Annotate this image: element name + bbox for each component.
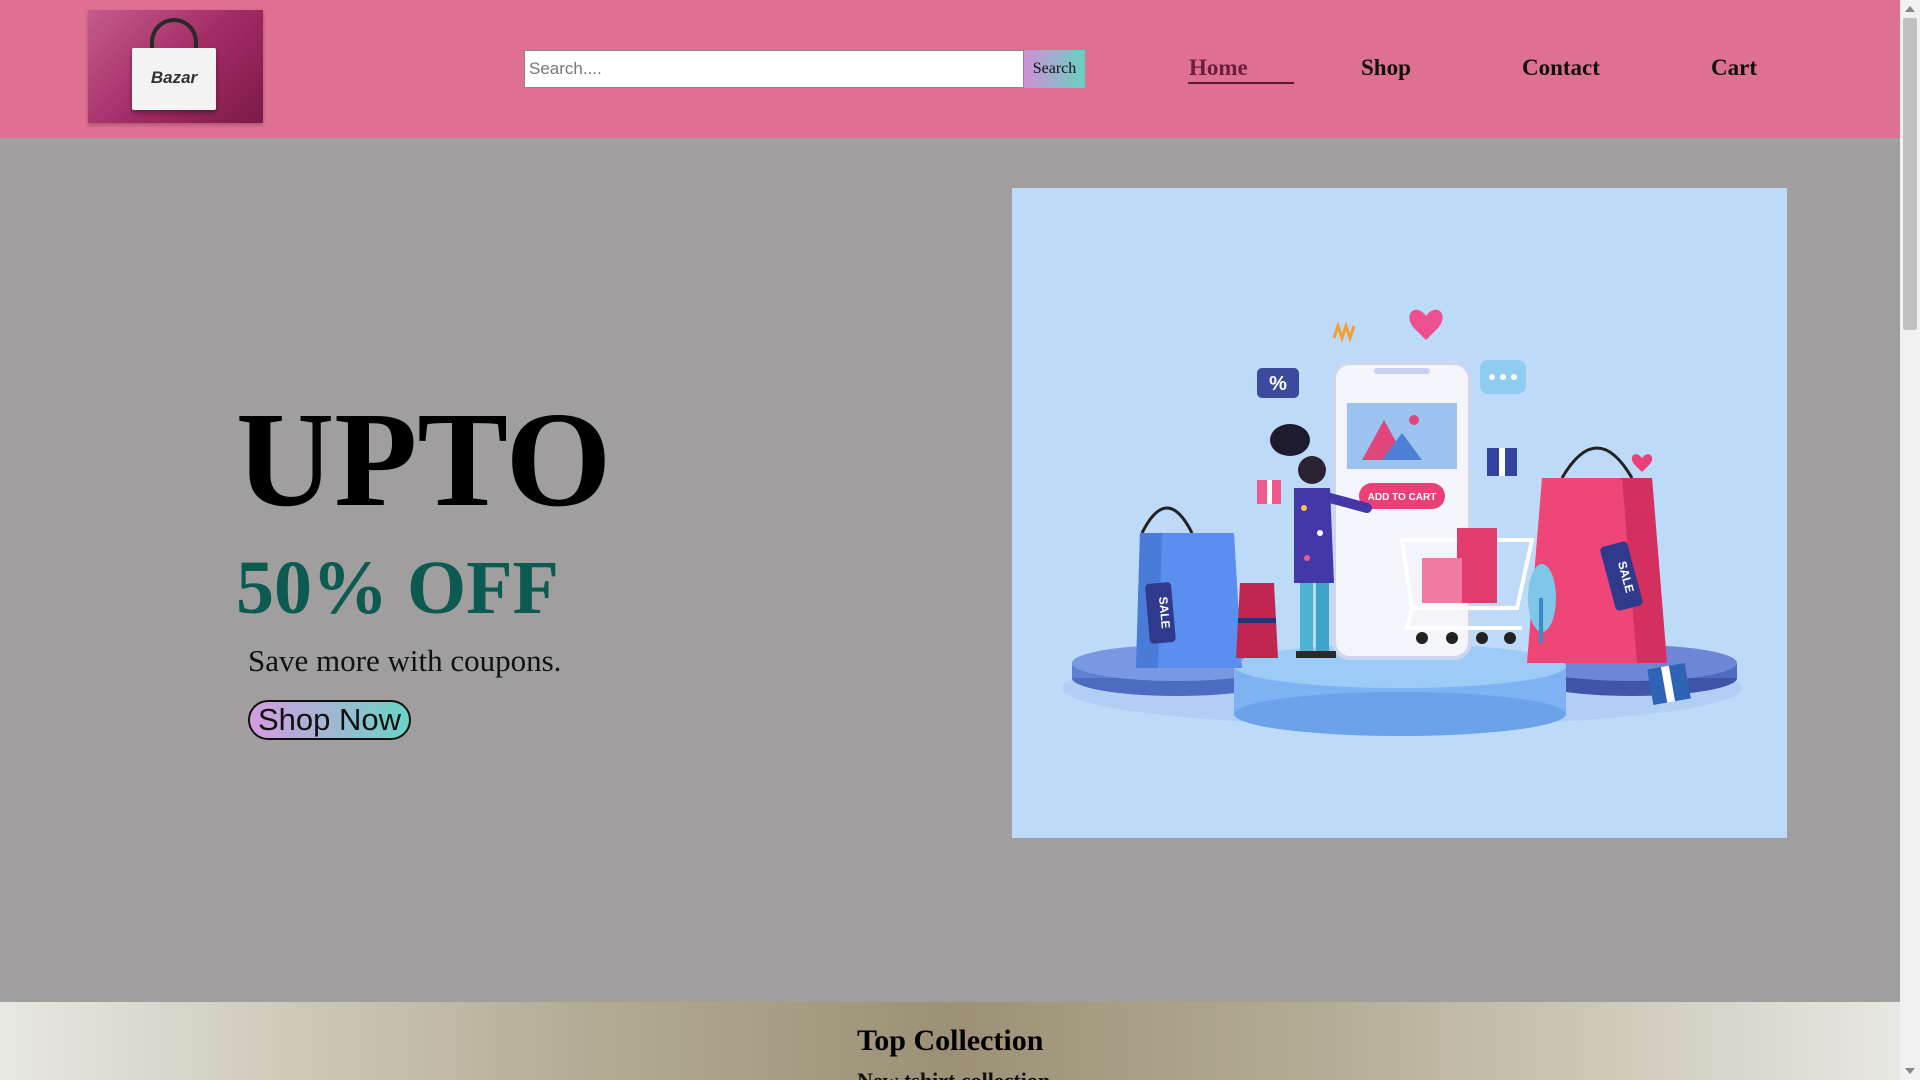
- section-subtitle: New tshirt collection: [857, 1068, 1050, 1080]
- scrollbar-thumb[interactable]: [1903, 18, 1917, 330]
- search-input[interactable]: [524, 50, 1024, 88]
- search-button[interactable]: Search: [1024, 50, 1085, 88]
- hero-tagline: Save more with coupons.: [248, 643, 562, 678]
- nav-contact-link[interactable]: Contact: [1522, 55, 1600, 81]
- shop-now-button[interactable]: Shop Now: [248, 700, 411, 740]
- section-title: Top Collection: [857, 1024, 1044, 1057]
- logo-brand-text: Bazar: [150, 68, 198, 87]
- site-header: Bazar Search Home Shop Contact Cart: [0, 0, 1900, 138]
- svg-text:ADD TO CART: ADD TO CART: [1368, 492, 1437, 503]
- vertical-scrollbar[interactable]: [1900, 0, 1920, 1080]
- shopping-bag-icon: Bazar: [132, 48, 216, 110]
- scroll-up-icon[interactable]: [1905, 6, 1915, 12]
- scroll-down-icon[interactable]: [1905, 1068, 1915, 1074]
- hero-headline: UPTO: [236, 385, 612, 535]
- hero-discount: 50% OFF: [236, 546, 559, 630]
- svg-text:SALE: SALE: [1156, 596, 1173, 629]
- brand-logo[interactable]: Bazar: [88, 10, 263, 123]
- add-to-cart-button-illustration: ADD TO CART: [1359, 483, 1445, 509]
- nav-home-link[interactable]: Home: [1189, 55, 1248, 81]
- svg-text:%: %: [1269, 373, 1287, 395]
- online-shopping-illustration: ADD TO CART % SALE SALE: [1012, 188, 1787, 838]
- nav-cart-link[interactable]: Cart: [1711, 55, 1757, 81]
- top-collection-section: Top Collection New tshirt collection: [0, 1002, 1900, 1080]
- nav-shop-link[interactable]: Shop: [1361, 55, 1411, 81]
- nav-active-underline: [1188, 82, 1294, 84]
